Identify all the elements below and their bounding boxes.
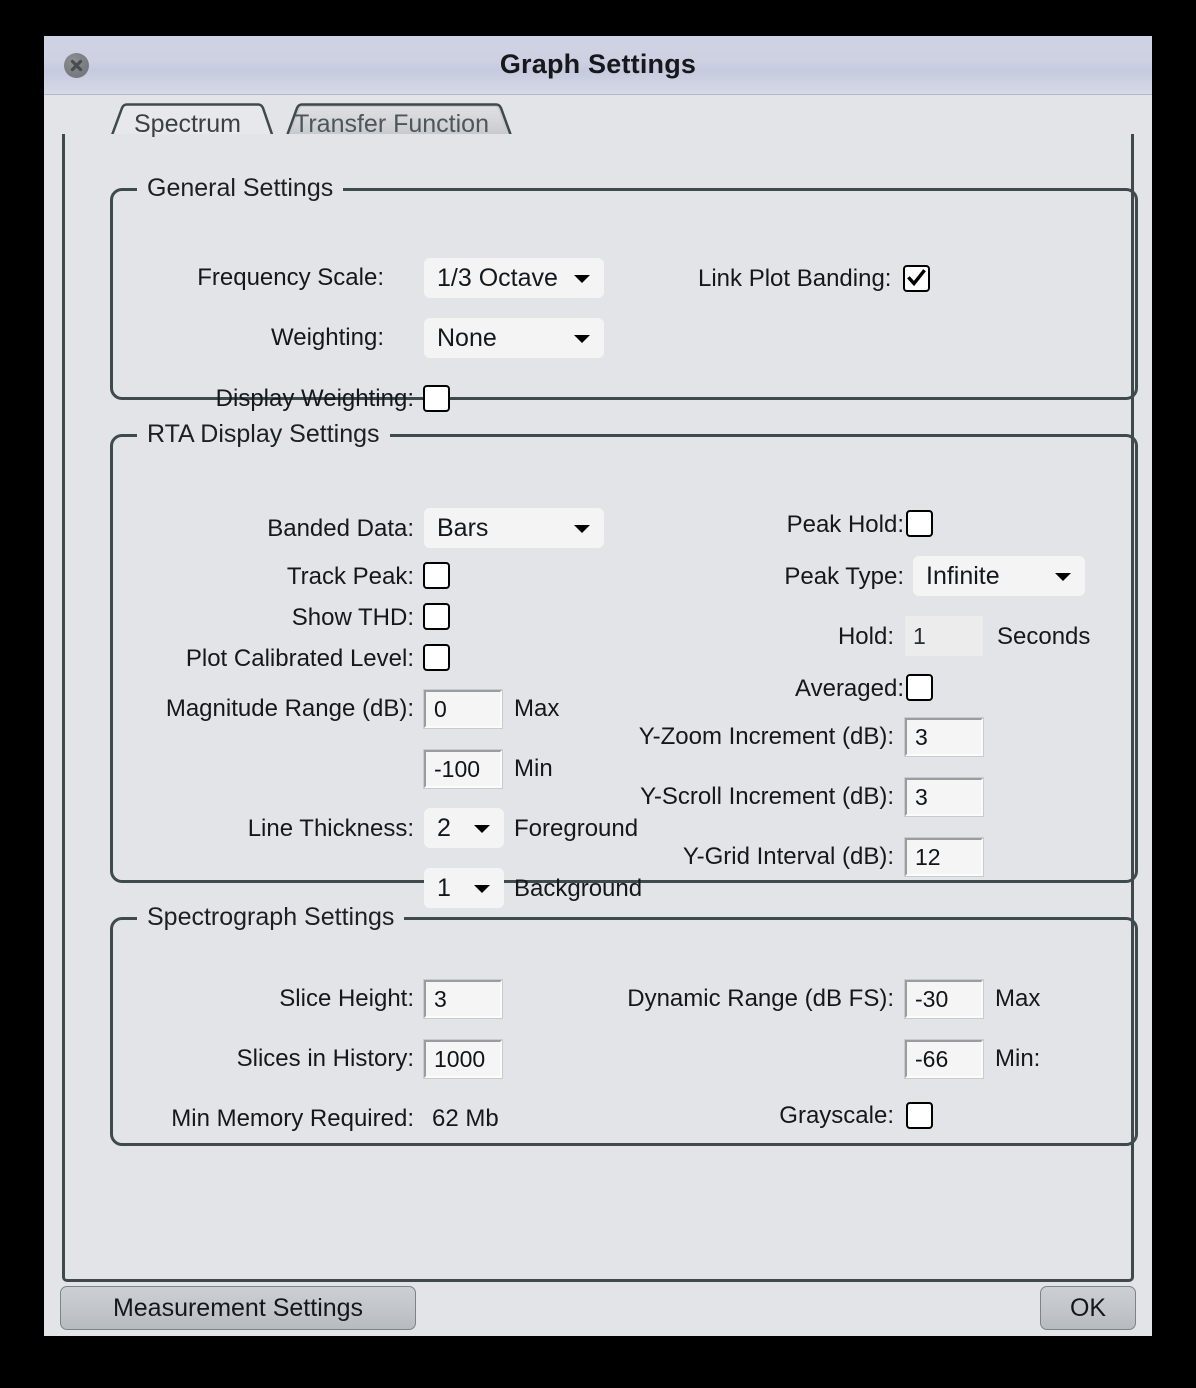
slices-in-history-value: 1000 [434,1042,485,1076]
y-zoom-increment-value: 3 [915,720,928,754]
chevron-down-icon [474,825,490,833]
rta-display-settings-title: RTA Display Settings [137,420,390,449]
banded-data-value: Bars [437,508,488,548]
general-settings-group: General Settings [110,188,1138,400]
magnitude-range-max-label: Max [514,697,559,721]
dialog-titlebar: Graph Settings [44,36,1152,95]
slices-in-history-input[interactable]: 1000 [424,1040,502,1078]
chevron-down-icon [574,335,590,343]
y-zoom-increment-input[interactable]: 3 [905,718,983,756]
tab-transfer-function-label: Transfer Function [262,110,489,139]
y-grid-interval-label: Y-Grid Interval (dB): [614,845,894,869]
peak-type-dropdown[interactable]: Infinite [913,556,1085,596]
hold-label: Hold: [664,625,894,649]
banded-data-label: Banded Data: [144,517,414,541]
y-zoom-increment-label: Y-Zoom Increment (dB): [614,725,894,749]
tab-spectrum-label: Spectrum [106,110,241,139]
y-grid-interval-input[interactable]: 12 [905,838,983,876]
line-thickness-foreground-value: 2 [437,808,451,848]
link-plot-banding-label: Link Plot Banding: [698,267,891,291]
magnitude-range-min-label: Min [514,757,553,781]
slice-height-value: 3 [434,982,447,1016]
frequency-scale-value: 1/3 Octave [437,258,558,298]
y-scroll-increment-label: Y-Scroll Increment (dB): [614,785,894,809]
plot-calibrated-level-label: Plot Calibrated Level: [144,647,414,671]
dynamic-range-min-input[interactable]: -66 [905,1040,983,1078]
line-thickness-label: Line Thickness: [144,817,414,841]
weighting-dropdown[interactable]: None [424,318,604,358]
averaged-label: Averaged: [664,677,904,701]
hold-value: 1 [913,616,926,656]
slice-height-label: Slice Height: [144,987,414,1011]
peak-hold-checkbox[interactable] [906,510,933,537]
y-scroll-increment-input[interactable]: 3 [905,778,983,816]
averaged-checkbox[interactable] [906,674,933,701]
display-weighting-label: Display Weighting: [114,387,414,411]
magnitude-range-label: Magnitude Range (dB): [134,697,414,721]
dialog-title: Graph Settings [44,36,1152,93]
hold-units-label: Seconds [997,625,1090,649]
ok-button[interactable]: OK [1040,1286,1136,1330]
frequency-scale-label: Frequency Scale: [114,266,384,290]
general-settings-title: General Settings [137,174,343,203]
dynamic-range-min-label: Min: [995,1047,1040,1071]
line-thickness-background-value: 1 [437,868,451,908]
peak-type-value: Infinite [926,556,1000,596]
measurement-settings-button[interactable]: Measurement Settings [60,1286,416,1330]
hold-input[interactable]: 1 [905,616,983,656]
dynamic-range-min-value: -66 [915,1042,948,1076]
line-thickness-foreground-dropdown[interactable]: 2 [424,808,504,848]
check-icon [907,269,926,288]
track-peak-label: Track Peak: [144,565,414,589]
dynamic-range-max-value: -30 [915,982,948,1016]
peak-hold-label: Peak Hold: [664,513,904,537]
dynamic-range-label: Dynamic Range (dB FS): [584,987,894,1011]
track-peak-checkbox[interactable] [423,562,450,589]
display-weighting-checkbox[interactable] [423,385,450,412]
slices-in-history-label: Slices in History: [144,1047,414,1071]
show-thd-label: Show THD: [144,606,414,630]
line-thickness-background-label: Background [514,877,642,901]
y-scroll-increment-value: 3 [915,780,928,814]
chevron-down-icon [574,275,590,283]
frequency-scale-dropdown[interactable]: 1/3 Octave [424,258,604,298]
peak-type-label: Peak Type: [664,565,904,589]
grayscale-label: Grayscale: [664,1104,894,1128]
line-thickness-background-dropdown[interactable]: 1 [424,868,504,908]
chevron-down-icon [574,525,590,533]
graph-settings-dialog: Graph Settings Transfer Function [44,36,1152,1336]
banded-data-dropdown[interactable]: Bars [424,508,604,548]
line-thickness-foreground-label: Foreground [514,817,638,841]
chevron-down-icon [1055,573,1071,581]
link-plot-banding-checkbox[interactable] [903,265,930,292]
grayscale-checkbox[interactable] [906,1102,933,1129]
magnitude-range-min-input[interactable]: -100 [424,750,502,788]
show-thd-checkbox[interactable] [423,603,450,630]
plot-calibrated-level-checkbox[interactable] [423,644,450,671]
dynamic-range-max-input[interactable]: -30 [905,980,983,1018]
min-memory-required-label: Min Memory Required: [144,1107,414,1131]
min-memory-required-value: 62 Mb [432,1107,499,1131]
magnitude-range-max-value: 0 [434,692,447,726]
spectrograph-settings-title: Spectrograph Settings [137,903,404,932]
weighting-value: None [437,318,497,358]
y-grid-interval-value: 12 [915,840,941,874]
magnitude-range-min-value: -100 [434,752,480,786]
weighting-label: Weighting: [114,326,384,350]
slice-height-input[interactable]: 3 [424,980,502,1018]
magnitude-range-max-input[interactable]: 0 [424,690,502,728]
chevron-down-icon [474,885,490,893]
dynamic-range-max-label: Max [995,987,1040,1011]
